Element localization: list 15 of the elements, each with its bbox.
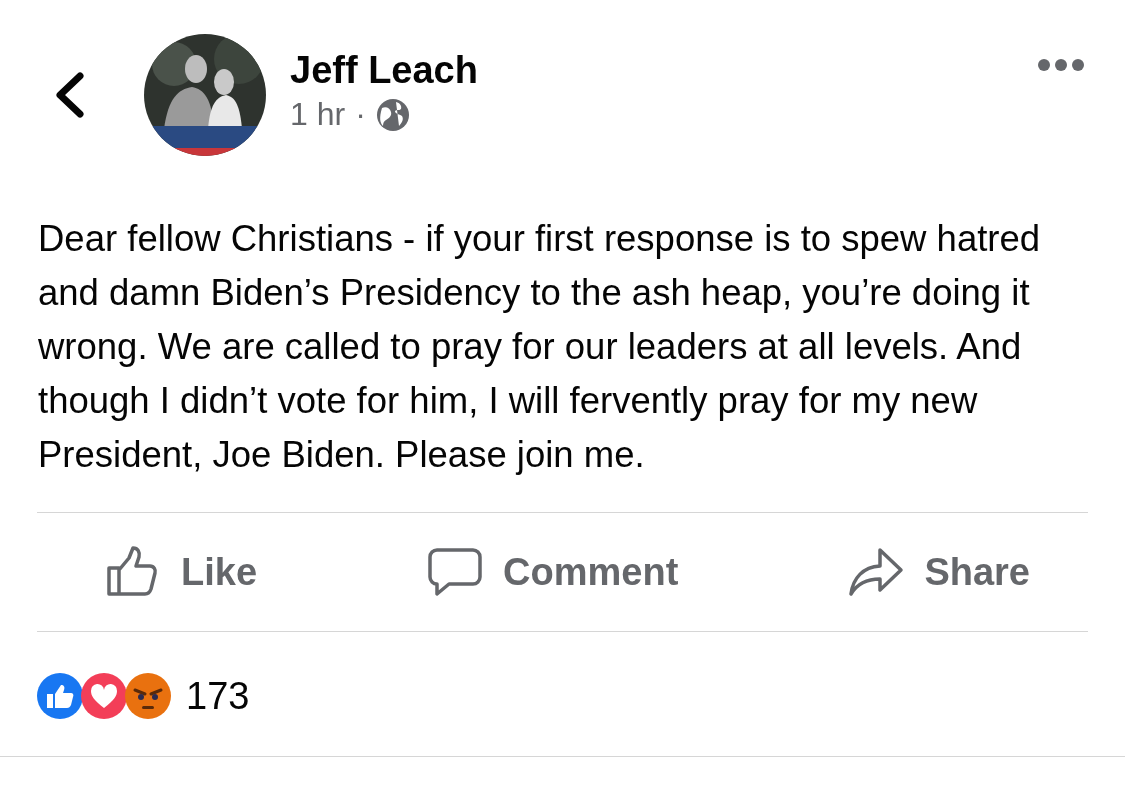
more-options-icon[interactable]	[1037, 58, 1085, 72]
reaction-count[interactable]: 173	[186, 674, 250, 718]
post-text: Dear fellow Christians - if your first response is to spew hatred and damn Biden’s Presidency to the ash heap, you’re doing it wrong. We are called to pray for our leaders at all levels. And though I didn’t vote for him, I will fervently pray for my new President, Joe Biden. Please join me.	[37, 217, 1042, 477]
comment-button[interactable]: Comment	[427, 546, 679, 598]
heart-reaction-icon	[80, 672, 128, 720]
share-arrow-icon	[848, 546, 905, 598]
separator-dot: ·	[355, 96, 366, 133]
author-name[interactable]: Jeff Leach	[290, 49, 1037, 92]
post-time: 1 hr	[290, 96, 346, 133]
like-button[interactable]: Like	[105, 546, 258, 598]
angry-reaction-icon	[124, 672, 172, 720]
globe-icon	[375, 97, 410, 132]
share-button[interactable]: Share	[848, 546, 1030, 598]
like-reaction-icon	[36, 672, 84, 720]
speech-bubble-icon	[427, 546, 484, 598]
